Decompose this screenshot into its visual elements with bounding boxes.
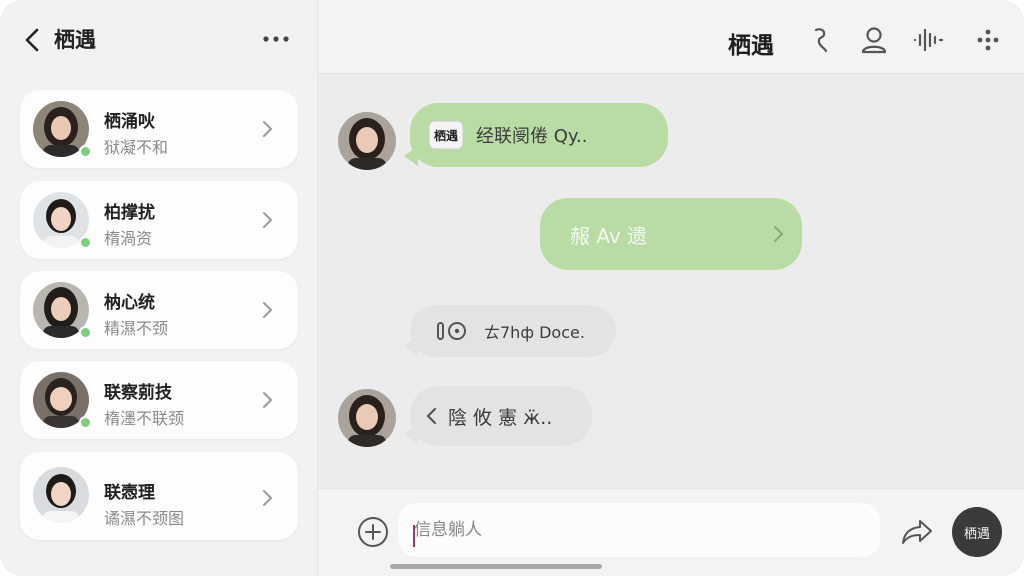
contact-name: 联察莂技 bbox=[104, 383, 172, 403]
sticker-thumbnail-icon: 栖遇 bbox=[428, 120, 464, 150]
contact-status: 狱凝不和 bbox=[104, 138, 169, 157]
text-caret bbox=[413, 525, 415, 547]
contact-status: 谲濕不颈图 bbox=[104, 509, 185, 528]
contact-name: 栖涌吙 bbox=[104, 112, 155, 132]
my-avatar-label: 栖遇 bbox=[963, 527, 990, 542]
phone-icon[interactable] bbox=[806, 22, 838, 58]
contact-name: 联悫理 bbox=[104, 483, 155, 503]
chevron-left-icon bbox=[426, 407, 437, 425]
contacts-sidebar: 栖遇 栖涌吙 狱凝不和 柏撑扰 楕渦资 枘心统 精濕不颈 联察莂技 楕濹不联颈 … bbox=[0, 0, 318, 576]
online-status-dot bbox=[79, 236, 92, 249]
send-icon[interactable] bbox=[900, 517, 934, 547]
voice-message-bubble[interactable]: ㄊ7hф Doce. bbox=[410, 305, 616, 357]
online-status-dot bbox=[79, 145, 92, 158]
back-arrow-icon[interactable] bbox=[22, 26, 44, 54]
chevron-right-icon bbox=[774, 226, 784, 242]
contact-status: 楕渦资 bbox=[104, 229, 153, 248]
home-indicator bbox=[390, 564, 602, 569]
contact-item[interactable]: 栖涌吙 狱凝不和 bbox=[20, 90, 298, 168]
app-window: 栖遇 栖涌吙 狱凝不和 柏撑扰 楕渦资 枘心统 精濕不颈 联察莂技 楕濹不联颈 … bbox=[0, 0, 1024, 576]
chat-panel: 栖遇 栖遇 经联阌倦 Qy.. 赧 Av 遗 ㄊ7hф Doce. 陰 攸 憲 … bbox=[318, 0, 1024, 576]
sidebar-title: 栖遇 bbox=[54, 28, 96, 52]
more-options-icon[interactable] bbox=[258, 26, 294, 52]
contact-item[interactable]: 联察莂技 楕濹不联颈 bbox=[20, 361, 298, 439]
message-bubble[interactable]: 赧 Av 遗 bbox=[540, 198, 802, 270]
contact-status: 楕濹不联颈 bbox=[104, 409, 185, 428]
chevron-right-icon bbox=[263, 121, 273, 137]
svg-text:栖遇: 栖遇 bbox=[434, 128, 458, 143]
sender-avatar[interactable] bbox=[338, 389, 396, 447]
message-bubble[interactable]: 陰 攸 憲 ӝ.. bbox=[410, 386, 592, 446]
sender-avatar[interactable] bbox=[338, 112, 396, 170]
avatar bbox=[33, 101, 92, 158]
my-avatar[interactable]: 栖遇 bbox=[952, 507, 1002, 557]
contact-name: 柏撑扰 bbox=[104, 203, 155, 223]
chevron-right-icon bbox=[263, 302, 273, 318]
chevron-right-icon bbox=[263, 490, 273, 506]
message-composer: 栖遇 bbox=[318, 488, 1024, 576]
contact-item[interactable]: 柏撑扰 楕渦资 bbox=[20, 181, 298, 259]
user-icon[interactable] bbox=[858, 22, 890, 58]
chevron-right-icon bbox=[263, 392, 273, 408]
sidebar-header: 栖遇 bbox=[0, 0, 318, 78]
message-input[interactable] bbox=[398, 503, 880, 557]
contact-item[interactable]: 联悫理 谲濕不颈图 bbox=[20, 452, 298, 540]
voice-message-icon bbox=[437, 322, 466, 340]
add-attachment-button[interactable] bbox=[356, 515, 390, 549]
contact-item[interactable]: 枘心统 精濕不颈 bbox=[20, 271, 298, 349]
message-text: 经联阌倦 Qy.. bbox=[476, 126, 588, 147]
contact-status: 精濕不颈 bbox=[104, 319, 169, 338]
avatar bbox=[33, 192, 92, 249]
online-status-dot bbox=[79, 326, 92, 339]
message-text: 赧 Av 遗 bbox=[570, 223, 648, 248]
voice-wave-icon[interactable] bbox=[912, 22, 944, 58]
chat-header: 栖遇 bbox=[318, 0, 1024, 74]
avatar bbox=[33, 282, 92, 339]
chat-title: 栖遇 bbox=[728, 33, 774, 59]
message-bubble[interactable]: 栖遇 经联阌倦 Qy.. bbox=[410, 103, 668, 167]
message-text: 陰 攸 憲 ӝ.. bbox=[448, 406, 553, 429]
online-status-dot bbox=[79, 416, 92, 429]
avatar bbox=[33, 372, 92, 429]
avatar bbox=[33, 467, 89, 523]
chevron-right-icon bbox=[263, 212, 273, 228]
contact-name: 枘心统 bbox=[104, 293, 155, 313]
message-text: ㄊ7hф Doce. bbox=[484, 323, 585, 342]
settings-icon[interactable] bbox=[972, 22, 1004, 58]
